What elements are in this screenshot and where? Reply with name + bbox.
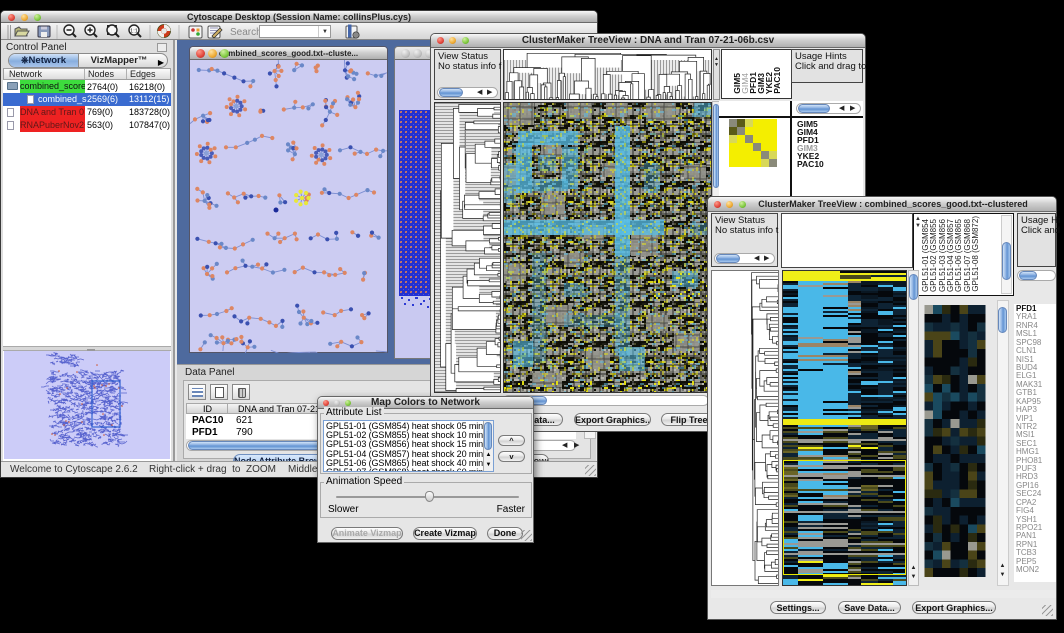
svg-text:1:1: 1:1 [130,28,138,34]
